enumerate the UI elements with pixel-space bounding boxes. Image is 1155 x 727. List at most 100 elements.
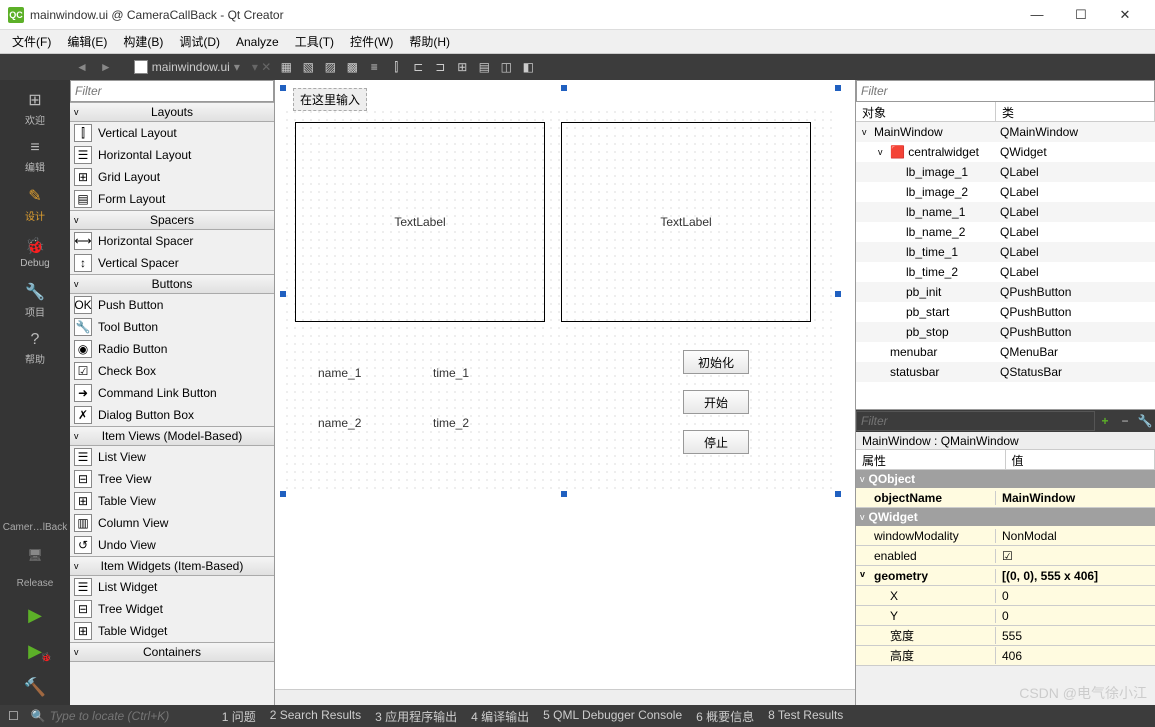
menu-item[interactable]: 文件(F) (4, 30, 59, 53)
lb-time-2[interactable]: time_2 (433, 416, 469, 430)
menu-item[interactable]: 控件(W) (342, 30, 401, 53)
output-pane-tab[interactable]: 6 概要信息 (696, 708, 754, 725)
object-inspector-filter-input[interactable] (856, 80, 1155, 102)
nav-fwd-icon[interactable]: ► (94, 60, 118, 74)
menu-item[interactable]: 调试(D) (171, 30, 228, 53)
widget-item[interactable]: ⫿Vertical Layout (70, 122, 274, 144)
menu-item[interactable]: 帮助(H) (401, 30, 458, 53)
col-class[interactable]: 类 (996, 102, 1155, 121)
widget-item[interactable]: ⟷Horizontal Spacer (70, 230, 274, 252)
widget-item[interactable]: ⊞Table View (70, 490, 274, 512)
object-tree-row[interactable]: pb_initQPushButton (856, 282, 1155, 302)
output-pane-tab[interactable]: 2 Search Results (270, 708, 361, 725)
mode-Debug[interactable]: 🐞Debug (10, 230, 60, 274)
output-pane-tab[interactable]: 5 QML Debugger Console (543, 708, 682, 725)
layout-hsplit-icon[interactable]: ⊏ (407, 56, 429, 78)
property-row[interactable]: windowModalityNonModal (856, 526, 1155, 546)
lb-time-1[interactable]: time_1 (433, 366, 469, 380)
menu-item[interactable]: 构建(B) (115, 30, 171, 53)
resize-handle[interactable] (561, 491, 567, 497)
break-layout-icon[interactable]: ◫ (495, 56, 517, 78)
locator[interactable]: 🔍 (31, 707, 210, 725)
layout-v-icon[interactable]: ⫿ (385, 56, 407, 78)
property-row[interactable]: 高度406 (856, 646, 1155, 666)
widget-item[interactable]: ◉Radio Button (70, 338, 274, 360)
output-pane-tab[interactable]: 1 问题 (222, 708, 256, 725)
widget-item[interactable]: ⊟Tree Widget (70, 598, 274, 620)
object-tree-row[interactable]: lb_time_2QLabel (856, 262, 1155, 282)
canvas-scrollbar-h[interactable] (275, 689, 855, 705)
mode-帮助[interactable]: ?帮助 (10, 326, 60, 370)
open-file-tab[interactable]: mainwindow.ui ▾ (126, 60, 248, 74)
mode-项目[interactable]: 🔧项目 (10, 278, 60, 322)
widget-category[interactable]: vButtons (70, 274, 274, 294)
property-grid[interactable]: v QObjectobjectNameMainWindowv QWidgetwi… (856, 470, 1155, 705)
close-pane-icon[interactable]: ☐ (8, 709, 19, 723)
object-tree-row[interactable]: lb_name_2QLabel (856, 222, 1155, 242)
object-tree[interactable]: v MainWindowQMainWindowv🟥 centralwidgetQ… (856, 122, 1155, 409)
lb-name-2[interactable]: name_2 (318, 416, 361, 430)
object-tree-row[interactable]: lb_image_2QLabel (856, 182, 1155, 202)
menu-item[interactable]: Analyze (228, 32, 287, 52)
run-button[interactable]: ▶ (0, 597, 70, 633)
edit-buddies-icon[interactable]: ▨ (319, 56, 341, 78)
menu-item[interactable]: 工具(T) (287, 30, 342, 53)
property-row[interactable]: vgeometry[(0, 0), 555 x 406] (856, 566, 1155, 586)
layout-vsplit-icon[interactable]: ⊐ (429, 56, 451, 78)
property-row[interactable]: 宽度555 (856, 626, 1155, 646)
maximize-button[interactable]: ☐ (1059, 1, 1103, 29)
widget-category[interactable]: vContainers (70, 642, 274, 662)
widget-item[interactable]: OKPush Button (70, 294, 274, 316)
object-tree-row[interactable]: v MainWindowQMainWindow (856, 122, 1155, 142)
menubar-placeholder[interactable]: 在这里输入 (293, 88, 367, 111)
resize-handle[interactable] (280, 85, 286, 91)
widget-item[interactable]: ↺Undo View (70, 534, 274, 556)
widget-item[interactable]: ☰List View (70, 446, 274, 468)
object-tree-row[interactable]: v🟥 centralwidgetQWidget (856, 142, 1155, 162)
widget-item[interactable]: ⊞Grid Layout (70, 166, 274, 188)
edit-tab-order-icon[interactable]: ▩ (341, 56, 363, 78)
object-tree-row[interactable]: pb_stopQPushButton (856, 322, 1155, 342)
build-button[interactable]: 🔨 (0, 669, 70, 705)
pb-stop[interactable]: 停止 (683, 430, 749, 454)
layout-h-icon[interactable]: ≡ (363, 56, 385, 78)
property-row[interactable]: X0 (856, 586, 1155, 606)
property-row[interactable]: enabled☑ (856, 546, 1155, 566)
resize-handle[interactable] (280, 291, 286, 297)
property-row[interactable]: Y0 (856, 606, 1155, 626)
object-tree-row[interactable]: lb_image_1QLabel (856, 162, 1155, 182)
adjust-size-icon[interactable]: ◧ (517, 56, 539, 78)
project-kit-selector[interactable]: Camer…lBack (0, 513, 70, 541)
object-tree-row[interactable]: menubarQMenuBar (856, 342, 1155, 362)
lb-name-1[interactable]: name_1 (318, 366, 361, 380)
widget-item[interactable]: ▤Form Layout (70, 188, 274, 210)
property-group[interactable]: v QObject (856, 470, 1155, 488)
object-tree-row[interactable]: statusbarQStatusBar (856, 362, 1155, 382)
pb-start[interactable]: 开始 (683, 390, 749, 414)
resize-handle[interactable] (835, 291, 841, 297)
lb-image-2[interactable]: TextLabel (561, 122, 811, 322)
widget-item[interactable]: ☑Check Box (70, 360, 274, 382)
col-value[interactable]: 值 (1006, 450, 1155, 469)
widget-item[interactable]: ☰Horizontal Layout (70, 144, 274, 166)
output-pane-tab[interactable]: 3 应用程序输出 (375, 708, 457, 725)
col-property[interactable]: 属性 (856, 450, 1006, 469)
resize-handle[interactable] (835, 491, 841, 497)
output-pane-tab[interactable]: 8 Test Results (768, 708, 843, 725)
close-button[interactable]: ✕ (1103, 1, 1147, 29)
debug-button[interactable]: ▶🐞 (0, 633, 70, 669)
remove-property-icon[interactable]: − (1115, 411, 1135, 431)
widget-item[interactable]: ⊞Table Widget (70, 620, 274, 642)
lb-image-1[interactable]: TextLabel (295, 122, 545, 322)
col-object[interactable]: 对象 (856, 102, 996, 121)
menu-item[interactable]: 编辑(E) (59, 30, 115, 53)
property-row[interactable]: objectNameMainWindow (856, 488, 1155, 508)
build-config-label[interactable]: Release (0, 569, 70, 597)
widget-category[interactable]: vLayouts (70, 102, 274, 122)
widget-item[interactable]: 🔧Tool Button (70, 316, 274, 338)
widgetbox-filter-input[interactable] (70, 80, 274, 102)
resize-handle[interactable] (280, 491, 286, 497)
edit-signals-icon[interactable]: ▧ (297, 56, 319, 78)
locator-input[interactable] (50, 709, 210, 723)
resize-handle[interactable] (561, 85, 567, 91)
